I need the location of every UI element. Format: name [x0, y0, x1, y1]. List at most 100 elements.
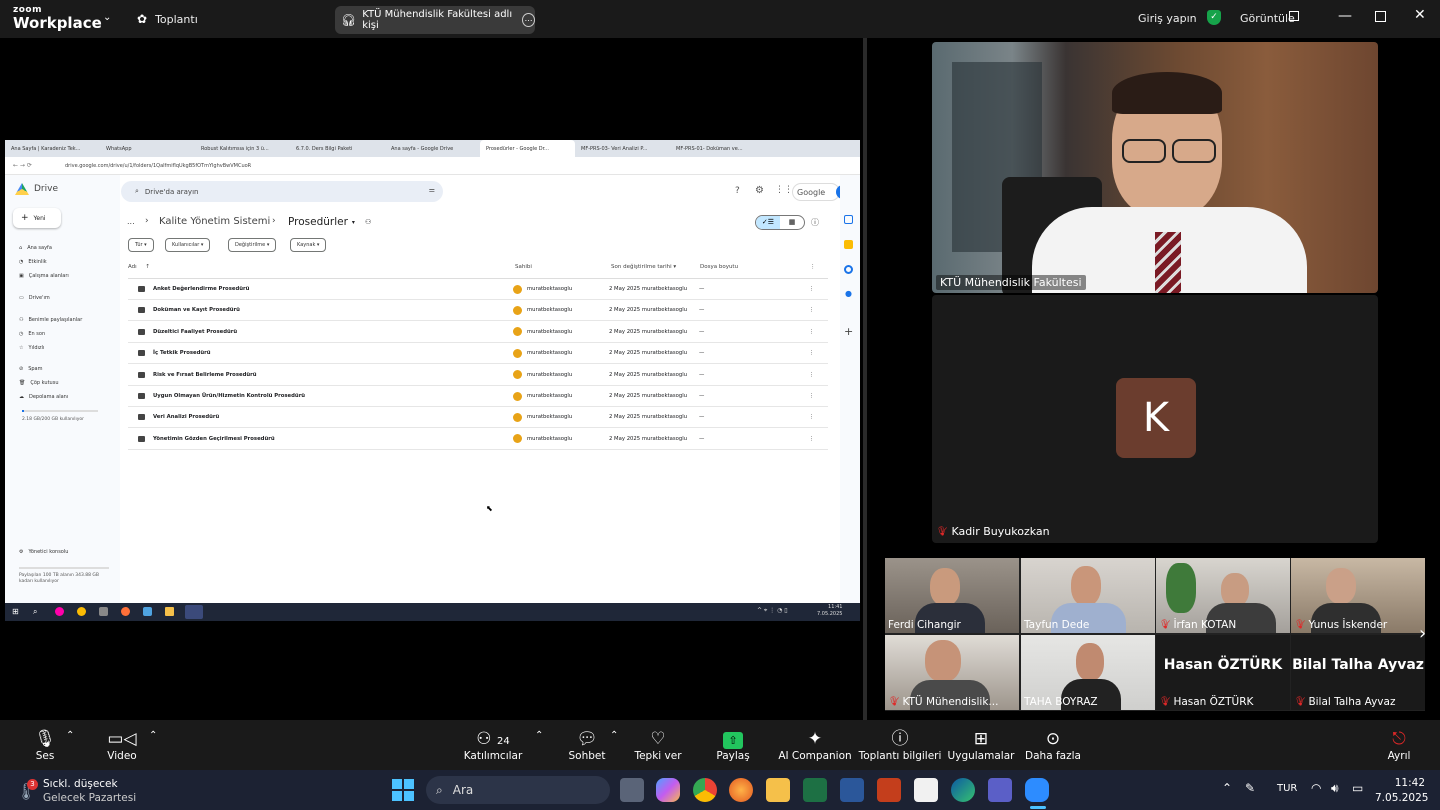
- breadcrumb-overflow[interactable]: ...: [127, 217, 135, 226]
- chevron-down-icon[interactable]: ⌄: [103, 12, 111, 23]
- help-icon[interactable]: ?: [735, 186, 740, 196]
- sidebar-item-shared[interactable]: ⚇ Benimle paylaşılanlar: [19, 317, 82, 323]
- meeting-info-button[interactable]: ⓘ Toplantı bilgileri: [855, 728, 945, 762]
- battery-icon[interactable]: ▭: [1352, 781, 1363, 795]
- system-clock[interactable]: 11:42 7.05.2025: [1375, 776, 1428, 805]
- more-options-icon[interactable]: ⋯: [522, 13, 535, 27]
- ai-companion-button[interactable]: ✦ AI Companion: [770, 728, 860, 762]
- tray-overflow-icon[interactable]: ⌃: [1222, 781, 1232, 795]
- weather-widget-icon[interactable]: 🌡︎ 3: [14, 776, 38, 802]
- sidebar-item-home[interactable]: ⌂ Ana sayfa: [19, 245, 52, 251]
- kebab-icon[interactable]: ⋮: [809, 286, 814, 292]
- breadcrumb-current[interactable]: Prosedürler ▾ ⚇: [288, 216, 371, 228]
- weather-widget[interactable]: Sıckl. düşecek Gelecek Pazartesi: [43, 777, 136, 805]
- teams-icon[interactable]: [988, 778, 1012, 802]
- browser-tab[interactable]: MF-PRS-01- Doküman ve...: [670, 140, 765, 157]
- keep-icon[interactable]: [844, 240, 853, 249]
- zoom-taskbar-icon[interactable]: [1025, 778, 1049, 802]
- kebab-icon[interactable]: ⋮: [809, 329, 814, 335]
- filter-options-icon[interactable]: ⚌: [429, 186, 435, 194]
- video-options-caret-icon[interactable]: ⌃: [149, 730, 157, 741]
- contacts-icon[interactable]: ●: [845, 289, 852, 298]
- kebab-icon[interactable]: ⋮: [810, 264, 816, 270]
- calendar-icon[interactable]: [844, 215, 853, 224]
- browser-tab[interactable]: 6.7.0. Ders Bilgi Paketi: [290, 140, 385, 157]
- table-row[interactable]: Doküman ve Kayıt Prosedürü muratbektasogl…: [128, 300, 828, 322]
- add-addon-icon[interactable]: +: [844, 325, 853, 338]
- volume-icon[interactable]: 🔊︎: [1331, 781, 1339, 796]
- table-row[interactable]: Düzeltici Faaliyet Prosedürü muratbektaso…: [128, 322, 828, 343]
- meetings-menu[interactable]: ✿ Toplantı: [137, 12, 198, 26]
- breadcrumb-parent[interactable]: Kalite Yönetim Sistemi: [159, 216, 270, 227]
- kebab-icon[interactable]: ⋮: [809, 393, 814, 399]
- close-icon[interactable]: ✕: [1414, 7, 1426, 23]
- sidebar-item-storage[interactable]: ☁︎ Depolama alanı: [19, 394, 68, 400]
- word-icon[interactable]: [840, 778, 864, 802]
- language-indicator[interactable]: TUR: [1277, 783, 1297, 794]
- filter-modified[interactable]: Değiştirilme ▾: [228, 238, 277, 252]
- pen-icon[interactable]: ✎: [1245, 781, 1255, 795]
- kebab-icon[interactable]: ⋮: [809, 436, 814, 442]
- settings-icon[interactable]: ⚙︎: [755, 185, 764, 196]
- participant-video-kadir[interactable]: K 🎙︎̸ Kadir Buyukozkan: [932, 295, 1378, 543]
- shield-check-icon[interactable]: ✓: [1207, 10, 1221, 25]
- leave-button[interactable]: ⎋ Ayrıl: [1354, 728, 1440, 762]
- table-row[interactable]: Anket Değerlendirme Prosedürü muratbektas…: [128, 279, 828, 300]
- edge-icon[interactable]: [951, 778, 975, 802]
- share-button[interactable]: ⇧ Paylaş: [688, 728, 778, 762]
- gallery-tile[interactable]: TAHA BOYRAZ: [1021, 635, 1155, 710]
- apps-grid-icon[interactable]: ⋮⋮: [775, 185, 793, 195]
- store-icon[interactable]: [914, 778, 938, 802]
- table-row[interactable]: Yönetimin Gözden Geçirilmesi Prosedürü mu…: [128, 429, 828, 450]
- browser-tab[interactable]: Robust Kalıtımsıa için 3 ü...: [195, 140, 290, 157]
- audio-options-caret-icon[interactable]: ⌃: [66, 730, 74, 741]
- excel-icon[interactable]: [803, 778, 827, 802]
- gallery-tile[interactable]: Ferdi Cihangir: [885, 558, 1019, 633]
- sidebar-item-trash[interactable]: 🗑︎ Çöp kutusu: [19, 380, 59, 386]
- table-row[interactable]: Risk ve Fırsat Belirleme Prosedürü muratb…: [128, 365, 828, 386]
- view-toggle[interactable]: ✓☰ ▦: [755, 215, 805, 230]
- file-explorer-icon[interactable]: [766, 778, 790, 802]
- browser-tab-active[interactable]: Prosedürler - Google Dr...: [480, 140, 575, 157]
- table-row[interactable]: Veri Analizi Prosedürü muratbektasoglu 2 M…: [128, 407, 828, 429]
- browser-tab[interactable]: Ana sayfa - Google Drive: [385, 140, 480, 157]
- browser-tab[interactable]: Ana Sayfa | Karadeniz Tek...: [5, 140, 100, 157]
- admin-console-link[interactable]: ⚙︎ Yönetici konsolu: [19, 549, 68, 555]
- more-button[interactable]: ⊙ Daha fazla: [1008, 728, 1098, 762]
- powerpoint-icon[interactable]: [877, 778, 901, 802]
- col-name[interactable]: Adı ↑: [128, 264, 150, 270]
- gallery-tile[interactable]: Tayfun Dede: [1021, 558, 1155, 633]
- kebab-icon[interactable]: ⋮: [809, 372, 814, 378]
- sidebar-item-activity[interactable]: ◔ Etkinlik: [19, 259, 47, 265]
- filter-people[interactable]: Kullanıcılar ▾: [165, 238, 211, 252]
- gallery-tile[interactable]: 🎙︎̸ Yunus İskender: [1291, 558, 1425, 633]
- gallery-tile[interactable]: Hasan ÖZTÜRK 🎙︎̸ Hasan ÖZTÜRK: [1156, 635, 1290, 710]
- browser-tab[interactable]: MF-PRS-03- Veri Analizi P...: [575, 140, 670, 157]
- gallery-tile[interactable]: Bilal Talha Ayvaz 🎙︎̸ Bilal Talha Ayvaz: [1291, 635, 1425, 710]
- sidebar-item-starred[interactable]: ☆ Yıldızlı: [19, 345, 44, 351]
- filter-type[interactable]: Tür ▾: [128, 238, 154, 252]
- sidebar-item-spam[interactable]: ⊘ Spam: [19, 366, 43, 372]
- tasks-icon[interactable]: [844, 265, 853, 274]
- task-view-icon[interactable]: [620, 778, 644, 802]
- sidebar-item-recent[interactable]: ◷ En son: [19, 331, 45, 337]
- copilot-icon[interactable]: [656, 778, 680, 802]
- meeting-title-pill[interactable]: 🎧︎ KTÜ Mühendislik Fakültesi adlı kişi ⋯: [335, 6, 535, 34]
- signin-link[interactable]: Giriş yapın: [1138, 12, 1197, 25]
- gallery-tile[interactable]: 🎙︎̸ KTÜ Mühendislik...: [885, 635, 1019, 710]
- panel-divider[interactable]: [863, 38, 867, 720]
- col-size[interactable]: Dosya boyutu: [700, 264, 738, 270]
- filter-source[interactable]: Kaynak ▾: [290, 238, 327, 252]
- nav-arrows-icon[interactable]: ← → ⟳: [13, 162, 32, 169]
- gallery-next-icon[interactable]: ›: [1419, 623, 1426, 644]
- table-row[interactable]: Uygun Olmayan Ürün/Hizmetin Kontrolü Pro…: [128, 386, 828, 407]
- participants-button[interactable]: ⚇ 24 Katılımcılar: [448, 728, 538, 762]
- active-speaker-video[interactable]: KTÜ Mühendislik Fakültesi: [932, 42, 1378, 293]
- kebab-icon[interactable]: ⋮: [809, 414, 814, 420]
- drive-logo[interactable]: Drive: [15, 183, 58, 195]
- minimize-icon[interactable]: —: [1338, 8, 1352, 24]
- new-button[interactable]: + Yeni: [13, 208, 61, 228]
- view-button[interactable]: Görüntüle: [1240, 12, 1295, 25]
- table-row[interactable]: İç Tetkik Prosedürü muratbektasoglu 2 May …: [128, 343, 828, 365]
- wifi-icon[interactable]: ◠: [1311, 781, 1321, 795]
